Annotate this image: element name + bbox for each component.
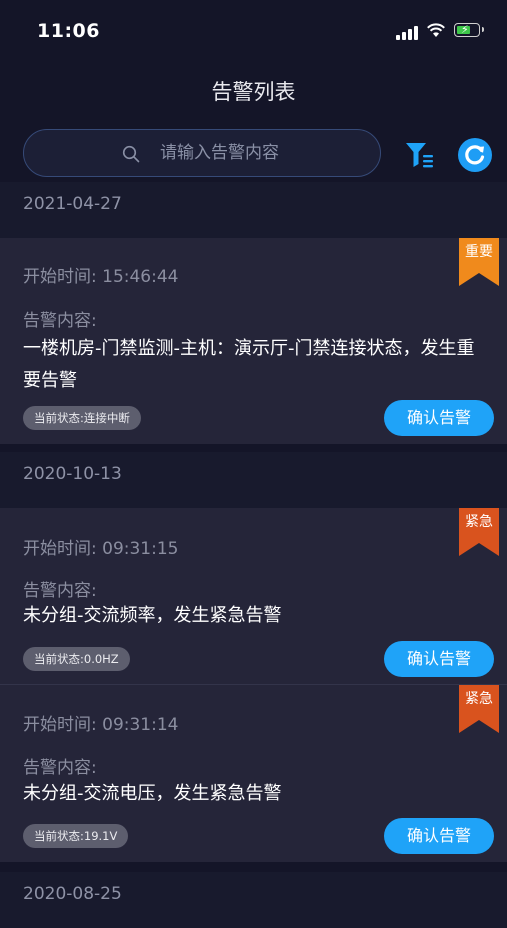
level-label: 紧急 [465,514,493,530]
alarm-content: 未分组-交流频率，发生紧急告警 [23,605,282,626]
date-header: 2020-08-25 [0,872,507,928]
status-badge: 当前状态:0.0HZ [23,647,130,671]
alarm-content: 未分组-交流电压，发生紧急告警 [23,783,282,804]
content-label: 告警内容: [23,581,97,601]
refresh-button[interactable] [458,138,492,172]
status-badge: 当前状态:19.1V [23,824,129,848]
start-time: 开始时间: 09:31:15 [23,539,179,559]
alarm-content: 一楼机房-门禁监测-主机：演示厅-门禁连接状态，发生重要告警 [23,338,475,391]
urgent-ribbon: 紧急 [459,685,499,733]
wifi-icon [427,23,445,37]
start-time: 开始时间: 09:31:14 [23,715,179,735]
status-time: 11:06 [37,20,100,42]
search-input[interactable] [160,130,360,175]
confirm-alarm-button[interactable]: 确认告警 [384,400,494,436]
filter-list-icon[interactable] [404,138,436,170]
content-label: 告警内容: [23,311,97,331]
cellular-signal-icon [396,24,420,40]
alarm-card[interactable]: 开始时间: 15:46:44 告警内容: 一楼机房-门禁监测-主机：演示厅-门禁… [0,238,507,444]
page-title: 告警列表 [211,80,296,104]
level-label: 紧急 [465,691,493,707]
search-icon [122,145,140,163]
start-time: 开始时间: 15:46:44 [23,267,179,287]
date-header: 2021-04-27 [0,182,507,238]
important-ribbon: 重要 [459,238,499,286]
alarm-card[interactable]: 开始时间: 09:31:15 告警内容: 未分组-交流频率，发生紧急告警 当前状… [0,508,507,685]
refresh-icon [465,145,485,165]
date-label: 2020-10-13 [23,464,122,484]
date-header: 2020-10-13 [0,452,507,508]
date-label: 2020-08-25 [23,884,122,904]
level-label: 重要 [465,244,493,260]
date-label: 2021-04-27 [23,194,122,214]
battery-charging-icon: ⚡ [454,23,484,37]
urgent-ribbon: 紧急 [459,508,499,556]
alarm-card[interactable]: 开始时间: 09:31:14 告警内容: 未分组-交流电压，发生紧急告警 当前状… [0,685,507,862]
confirm-alarm-button[interactable]: 确认告警 [384,818,494,854]
content-label: 告警内容: [23,758,97,778]
status-bar: 11:06 ⚡ [0,0,507,62]
confirm-alarm-button[interactable]: 确认告警 [384,641,494,677]
search-box[interactable] [23,129,381,177]
status-badge: 当前状态:连接中断 [23,406,141,430]
